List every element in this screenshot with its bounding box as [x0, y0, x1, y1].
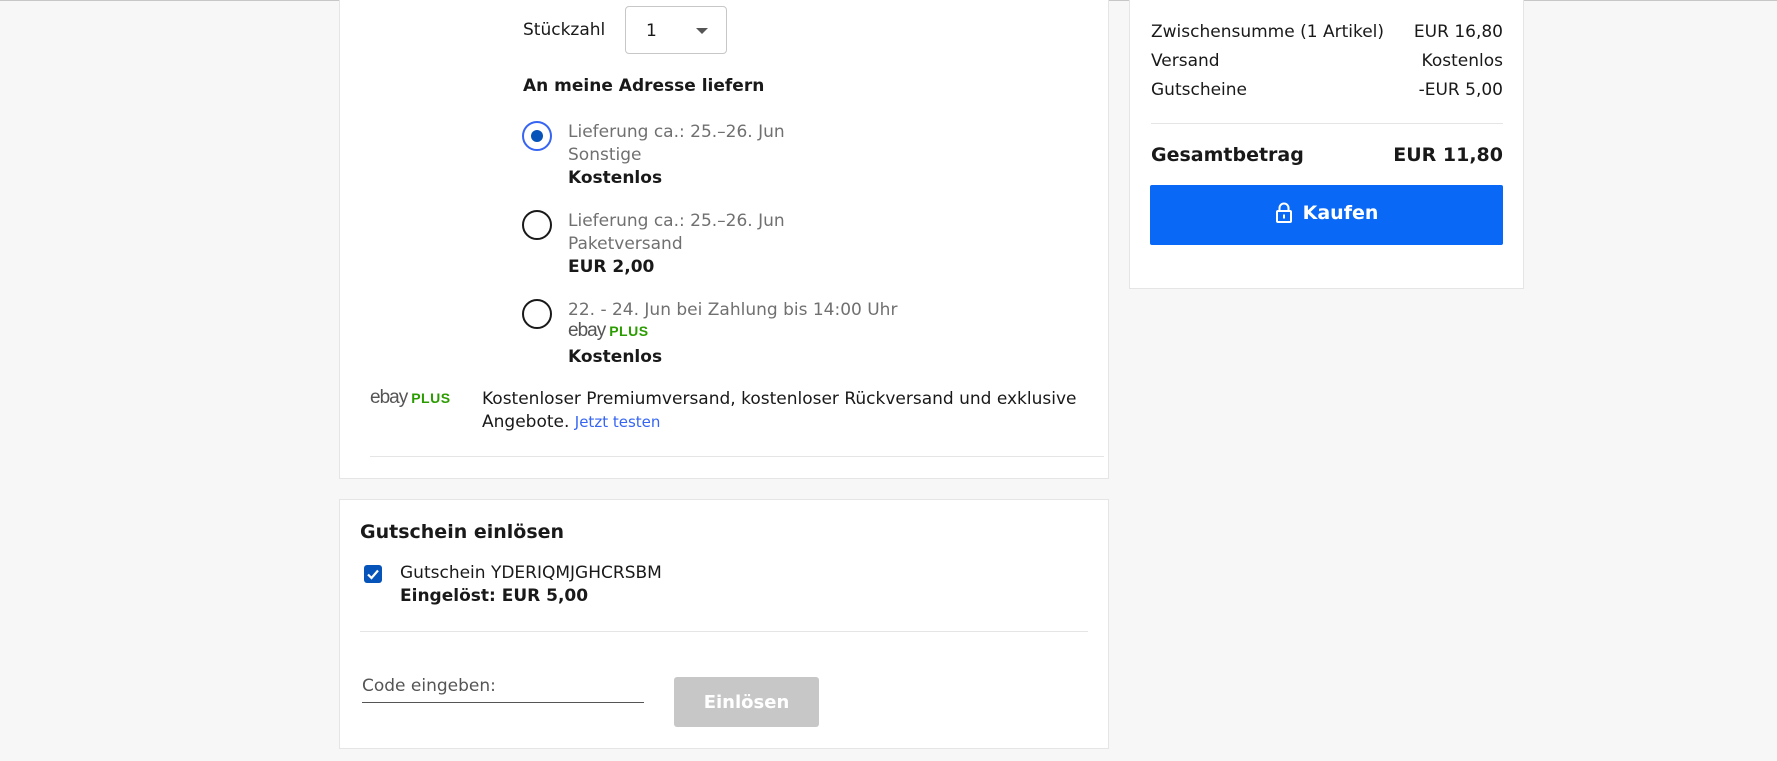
delivery-option-price: Kostenlos [568, 347, 663, 367]
total-label: Gesamtbetrag [1151, 144, 1304, 166]
shipping-label: Versand [1151, 51, 1220, 71]
ebay-plus-promo-text: Kostenloser Premiumversand, kostenloser … [482, 388, 1092, 434]
lock-icon [1275, 202, 1292, 223]
checkmark-icon [367, 569, 379, 580]
plus-wordmark: PLUS [411, 390, 451, 406]
coupon-card: Gutschein einlösen Gutschein YDERIQMJGHC… [339, 499, 1109, 749]
try-now-link[interactable]: Jetzt testen [575, 413, 661, 431]
coupon-name: Gutschein YDERIQMJGHCRSBM [400, 563, 662, 583]
shipping-value: Kostenlos [1421, 51, 1503, 71]
ebay-plus-logo: ebay PLUS [568, 320, 649, 342]
delivery-option-price: EUR 2,00 [568, 257, 655, 277]
shipping-card: Stückzahl 1 An meine Adresse liefern Lie… [339, 0, 1109, 479]
divider [370, 456, 1104, 457]
delivery-option-method: Paketversand [568, 234, 683, 254]
delivery-option-method: Sonstige [568, 145, 642, 165]
ebay-plus-promo-logo: ebay PLUS [370, 387, 451, 409]
subtotal-value: EUR 16,80 [1413, 22, 1503, 42]
coupons-label: Gutscheine [1151, 80, 1248, 100]
divider [360, 631, 1088, 632]
quantity-value: 1 [646, 21, 657, 41]
delivery-option-radio-2[interactable] [522, 210, 552, 240]
delivery-option-radio-1[interactable] [522, 121, 552, 151]
plus-wordmark: PLUS [609, 323, 649, 339]
total-value: EUR 11,80 [1393, 144, 1503, 166]
quantity-select[interactable]: 1 [625, 6, 727, 54]
delivery-option-date: Lieferung ca.: 25.–26. Jun [568, 211, 785, 231]
coupon-code-input[interactable] [362, 670, 644, 703]
delivery-option-price: Kostenlos [568, 168, 663, 188]
buy-button[interactable]: Kaufen [1150, 185, 1503, 245]
buy-button-label: Kaufen [1302, 201, 1379, 224]
delivery-heading: An meine Adresse liefern [523, 76, 765, 96]
coupons-value: -EUR 5,00 [1418, 80, 1503, 100]
delivery-option-date: 22. - 24. Jun bei Zahlung bis 14:00 Uhr [568, 300, 898, 320]
delivery-option-radio-3[interactable] [522, 299, 552, 329]
ebay-wordmark: ebay [370, 387, 408, 408]
delivery-option-date: Lieferung ca.: 25.–26. Jun [568, 122, 785, 142]
chevron-down-icon [696, 28, 708, 34]
order-summary-card: Zwischensumme (1 Artikel) EUR 16,80 Vers… [1129, 0, 1524, 289]
coupon-redeemed-amount: Eingelöst: EUR 5,00 [400, 586, 589, 606]
coupon-title: Gutschein einlösen [360, 521, 565, 543]
promo-description: Kostenloser Premiumversand, kostenloser … [482, 389, 1077, 432]
quantity-label: Stückzahl [523, 20, 606, 40]
redeem-button[interactable]: Einlösen [674, 677, 819, 727]
divider [1151, 123, 1503, 124]
subtotal-label: Zwischensumme (1 Artikel) [1151, 22, 1385, 42]
ebay-wordmark: ebay [568, 320, 606, 341]
coupon-checkbox[interactable] [364, 565, 382, 583]
